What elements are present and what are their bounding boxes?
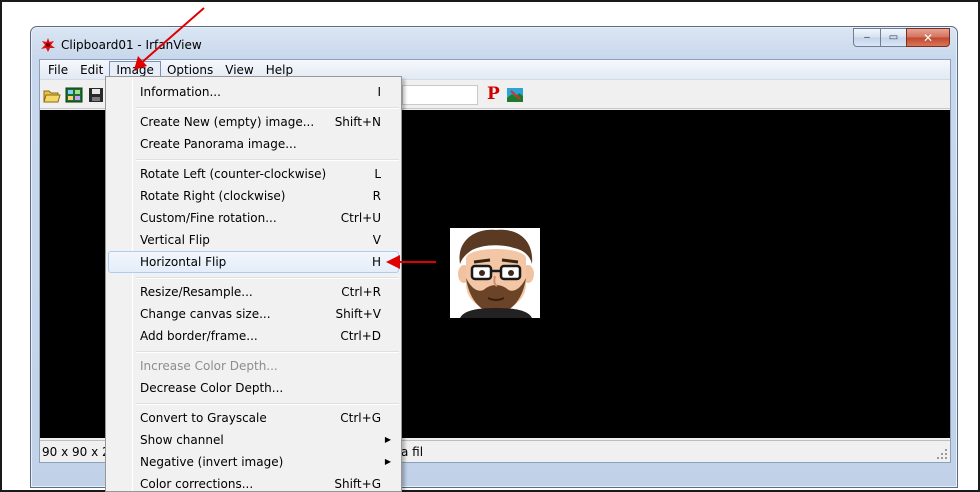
menu-item-show-channel[interactable]: Show channel ▶	[108, 429, 399, 451]
menu-item-shortcut: Ctrl+R	[341, 285, 381, 299]
toolbar-field[interactable]	[402, 85, 478, 105]
menu-item-shortcut: Ctrl+G	[340, 411, 381, 425]
menu-item-label: Rotate Right (clockwise)	[140, 189, 286, 203]
menu-item-create-panorama[interactable]: Create Panorama image...	[108, 133, 399, 155]
menu-item-information[interactable]: Information... I	[108, 81, 399, 103]
menu-separator	[136, 159, 399, 161]
close-icon: ✕	[922, 30, 934, 45]
status-dimensions: 90 x 90 x 24 B	[41, 443, 107, 461]
avatar-image	[450, 228, 540, 318]
menu-item-shortcut: Ctrl+D	[340, 329, 381, 343]
menu-item-label: Add border/frame...	[140, 329, 258, 343]
menu-separator	[136, 403, 399, 405]
menu-separator	[136, 277, 399, 279]
title-bar[interactable]: Clipboard01 - IrfanView – ▭ ✕	[31, 27, 957, 57]
minimize-button[interactable]: –	[853, 28, 880, 47]
menu-item-shortcut: R	[372, 189, 381, 203]
menu-separator	[136, 351, 399, 353]
menu-item-vertical-flip[interactable]: Vertical Flip V	[108, 229, 399, 251]
window-controls: – ▭ ✕	[853, 28, 950, 48]
menu-item-label: Decrease Color Depth...	[140, 381, 284, 395]
menu-item-decrease-color-depth[interactable]: Decrease Color Depth...	[108, 377, 399, 399]
menu-separator	[136, 107, 399, 109]
menu-item-label: Create Panorama image...	[140, 137, 297, 151]
menu-item-shortcut: Shift+G	[334, 477, 381, 491]
window-title: Clipboard01 - IrfanView	[61, 38, 202, 52]
menu-item-label: Resize/Resample...	[140, 285, 253, 299]
submenu-arrow-icon: ▶	[384, 435, 391, 444]
maximize-button[interactable]: ▭	[880, 28, 906, 47]
irfanview-app-icon	[41, 38, 55, 52]
status-file-info: a fil	[401, 445, 424, 459]
menu-item-label: Increase Color Depth...	[140, 359, 278, 373]
menu-item-label: Negative (invert image)	[140, 455, 284, 469]
menu-item-label: Information...	[140, 85, 221, 99]
menu-item-horizontal-flip[interactable]: Horizontal Flip H	[108, 251, 399, 273]
p-icon[interactable]: P	[487, 84, 500, 104]
menu-file[interactable]: File	[42, 61, 74, 79]
maximize-icon: ▭	[888, 32, 899, 43]
menu-item-label: Vertical Flip	[140, 233, 210, 247]
menu-item-change-canvas-size[interactable]: Change canvas size... Shift+V	[108, 303, 399, 325]
menu-item-label: Horizontal Flip	[140, 255, 227, 269]
minimize-icon: –	[864, 32, 870, 43]
menu-item-shortcut: Shift+V	[335, 307, 381, 321]
menu-item-label: Custom/Fine rotation...	[140, 211, 277, 225]
resize-grip-icon[interactable]	[937, 449, 949, 461]
menu-item-label: Create New (empty) image...	[140, 115, 315, 129]
menu-item-shortcut: Ctrl+U	[340, 211, 381, 225]
image-menu-dropdown: Information... I Create New (empty) imag…	[105, 76, 402, 492]
menu-item-color-corrections[interactable]: Color corrections... Shift+G	[108, 473, 399, 491]
menu-item-label: Rotate Left (counter-clockwise)	[140, 167, 327, 181]
menu-item-rotate-left[interactable]: Rotate Left (counter-clockwise) L	[108, 163, 399, 185]
menu-item-negative[interactable]: Negative (invert image) ▶	[108, 451, 399, 473]
menu-item-convert-grayscale[interactable]: Convert to Grayscale Ctrl+G	[108, 407, 399, 429]
menu-item-increase-color-depth: Increase Color Depth...	[108, 355, 399, 377]
thumbnails-icon[interactable]	[65, 86, 83, 104]
menu-item-shortcut: H	[371, 255, 381, 269]
menu-item-add-border[interactable]: Add border/frame... Ctrl+D	[108, 325, 399, 347]
menu-item-create-new-image[interactable]: Create New (empty) image... Shift+N	[108, 111, 399, 133]
menu-item-resize-resample[interactable]: Resize/Resample... Ctrl+R	[108, 281, 399, 303]
submenu-arrow-icon: ▶	[384, 457, 391, 466]
menu-item-label: Change canvas size...	[140, 307, 271, 321]
menu-item-shortcut: V	[372, 233, 381, 247]
menu-item-shortcut: I	[377, 85, 381, 99]
close-button[interactable]: ✕	[906, 28, 950, 47]
menu-item-shortcut: Shift+N	[334, 115, 381, 129]
menu-item-label: Show channel	[140, 433, 224, 447]
menu-item-rotate-right[interactable]: Rotate Right (clockwise) R	[108, 185, 399, 207]
paint-icon[interactable]	[506, 86, 524, 104]
menu-item-label: Convert to Grayscale	[140, 411, 267, 425]
open-folder-icon[interactable]	[43, 86, 61, 104]
menu-item-shortcut: L	[374, 167, 381, 181]
save-icon[interactable]	[87, 86, 105, 104]
menu-item-label: Color corrections...	[140, 477, 254, 491]
menu-item-custom-rotation[interactable]: Custom/Fine rotation... Ctrl+U	[108, 207, 399, 229]
